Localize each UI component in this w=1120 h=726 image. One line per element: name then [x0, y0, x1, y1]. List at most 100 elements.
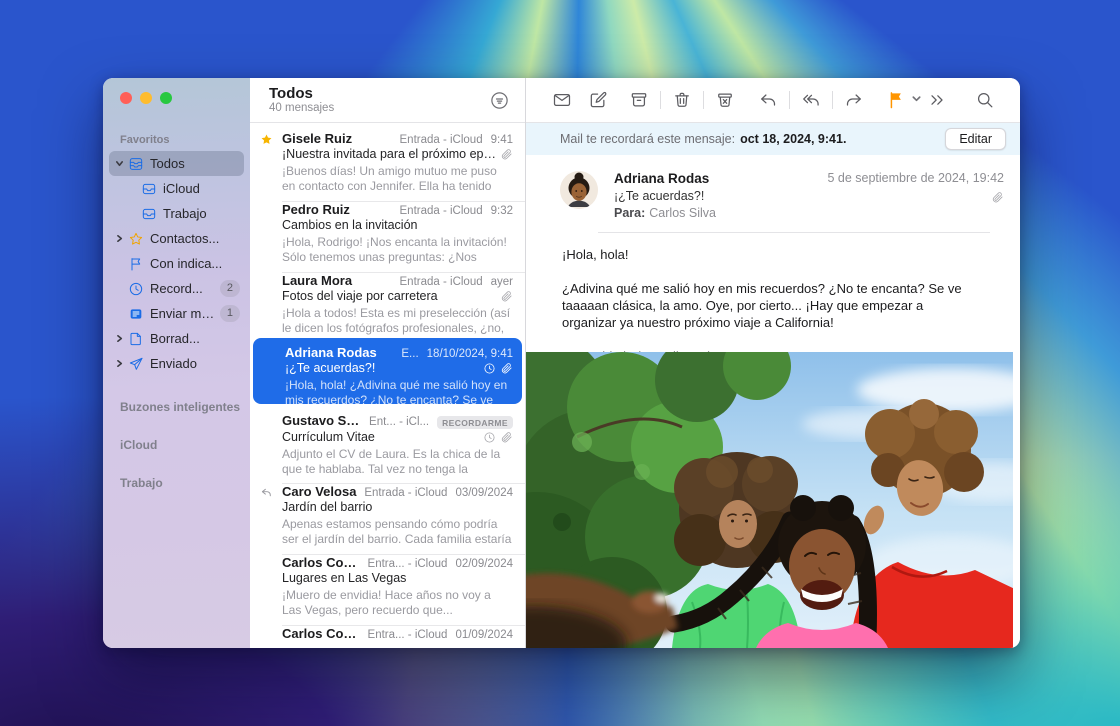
- paperclip-icon: [500, 290, 513, 303]
- send-later-icon: [126, 306, 145, 322]
- flag-button[interactable]: [881, 86, 922, 114]
- flag-icon: [126, 256, 145, 272]
- reminder-text: Mail te recordará este mensaje:: [560, 132, 735, 146]
- body-paragraph: ¿Adivina qué me salió hoy en mis recuerd…: [562, 280, 980, 331]
- search-icon: [975, 90, 995, 110]
- mailbox-label: E...: [401, 348, 418, 360]
- attachment-photo[interactable]: [526, 352, 1013, 648]
- list-item[interactable]: Caro VelosaEntrada - iCloud03/09/2024 Ja…: [250, 476, 525, 547]
- sidebar-item-recordatorios[interactable]: Record... 2: [109, 276, 244, 301]
- reminder-clock-icon: [483, 362, 496, 375]
- paperplane-icon: [126, 356, 145, 372]
- preview: ¡Hola, Rodrigo! ¡Nos encanta la invitaci…: [282, 235, 513, 265]
- sidebar-item-todos[interactable]: Todos: [109, 151, 244, 176]
- close-window-button[interactable]: [120, 92, 132, 104]
- sender: Gustavo Santana: [282, 413, 363, 428]
- junk-icon: [715, 90, 735, 110]
- mailbox-label: Entra... - iCloud: [368, 629, 448, 641]
- mailbox-label: Ent... - iCl...: [369, 416, 429, 429]
- sidebar-item-label: Enviado: [150, 356, 197, 371]
- sender: Pedro Ruiz: [282, 202, 394, 217]
- minimize-window-button[interactable]: [140, 92, 152, 104]
- junk-button[interactable]: [710, 86, 740, 114]
- body-paragraph: ¡Hola, hola!: [562, 246, 980, 263]
- edit-reminder-button[interactable]: Editar: [945, 128, 1006, 150]
- flag-menu-chevron-icon[interactable]: [911, 91, 922, 109]
- remind-me-badge: RECORDARME: [437, 416, 513, 429]
- list-item[interactable]: Laura MoraEntrada - iCloudayer Fotos del…: [250, 265, 525, 336]
- date: 03/09/2024: [455, 487, 513, 499]
- chevron-down-icon[interactable]: [113, 159, 126, 168]
- sidebar-item-trabajo-inbox[interactable]: Trabajo: [109, 201, 244, 226]
- archive-icon: [629, 90, 649, 110]
- sidebar-section-smart-mailboxes[interactable]: Buzones inteligentes: [120, 400, 250, 414]
- sender: Laura Mora: [282, 273, 394, 288]
- reply-actions-group: [753, 86, 869, 114]
- list-item[interactable]: Gustavo Santana Ent... - iCl... RECORDARME…: [250, 405, 525, 476]
- chevron-right-icon[interactable]: [113, 234, 126, 243]
- star-icon: [250, 131, 282, 194]
- forward-button[interactable]: [839, 86, 869, 114]
- clock-icon: [126, 281, 145, 297]
- star-icon: [126, 231, 145, 247]
- sidebar-item-enviar-mas-tarde[interactable]: Enviar más... 1: [109, 301, 244, 326]
- compose-icon: [588, 90, 608, 110]
- avatar[interactable]: [560, 171, 598, 209]
- reply-button[interactable]: [753, 86, 783, 114]
- sidebar-item-enviado[interactable]: Enviado: [109, 351, 244, 376]
- get-mail-button[interactable]: [552, 86, 573, 114]
- preview: Apenas estamos pensando cómo podría ser …: [282, 517, 513, 547]
- list-item[interactable]: Pedro RuizEntrada - iCloud9:32 Cambios e…: [250, 194, 525, 265]
- preview: ¡Hola, hola! ¿Adivina qué me salió hoy e…: [285, 378, 513, 408]
- compose-button[interactable]: [588, 86, 609, 114]
- draft-document-icon: [126, 331, 145, 347]
- to-value[interactable]: Carlos Silva: [649, 206, 716, 220]
- sidebar-item-label: Contactos...: [150, 231, 219, 246]
- message-sender: Adriana Rodas: [614, 170, 804, 188]
- to-label: Para:: [614, 206, 645, 220]
- preview: ¡Hola a todos! Esta es mi preselección (…: [282, 306, 513, 336]
- message-recipients: Para: Carlos Silva: [614, 205, 804, 222]
- reply-all-button[interactable]: [796, 86, 826, 114]
- delete-button[interactable]: [667, 86, 697, 114]
- message-list-header: Todos 40 mensajes: [250, 78, 525, 123]
- window-controls: [103, 78, 250, 118]
- paperclip-icon: [991, 191, 1004, 204]
- sidebar-item-icloud-inbox[interactable]: iCloud: [109, 176, 244, 201]
- more-toolbar-items-button[interactable]: [922, 86, 952, 114]
- sidebar-item-borradores[interactable]: Borrad...: [109, 326, 244, 351]
- chevron-right-icon[interactable]: [113, 334, 126, 343]
- chevron-right-icon[interactable]: [113, 359, 126, 368]
- subject: Currículum Vitae: [282, 429, 479, 446]
- list-item[interactable]: Gisele RuizEntrada - iCloud9:41 ¡Nuestra…: [250, 123, 525, 194]
- reply-icon: [758, 90, 778, 110]
- sidebar-item-con-indicador[interactable]: Con indica...: [109, 251, 244, 276]
- preview: Adjunto el CV de Laura. Es la chica de l…: [282, 447, 513, 477]
- archive-button[interactable]: [624, 86, 654, 114]
- message-body: ¡Hola, hola! ¿Adivina qué me salió hoy e…: [526, 233, 1020, 352]
- preview: ¡Buenos días! Un amigo mutuo me puso en …: [282, 164, 513, 194]
- header-divider: [598, 232, 990, 233]
- list-item[interactable]: Carlos CostaEntra... - iCloud01/09/2024: [250, 618, 525, 646]
- sidebar-section-icloud[interactable]: iCloud: [120, 438, 250, 452]
- sidebar: Favoritos Todos iCloud Trabajo Contactos…: [103, 78, 250, 648]
- paperclip-icon: [500, 431, 513, 444]
- sidebar-item-label: Borrad...: [150, 331, 200, 346]
- filter-button[interactable]: [487, 88, 511, 112]
- message-list-pane: Todos 40 mensajes Gisele RuizEntrada - i…: [250, 78, 526, 648]
- date: 9:32: [491, 205, 513, 217]
- list-item[interactable]: Carlos CostaEntra... - iCloud02/09/2024 …: [250, 547, 525, 618]
- unread-count-badge: 2: [220, 280, 240, 297]
- date: ayer: [491, 276, 513, 288]
- sidebar-section-trabajo[interactable]: Trabajo: [120, 476, 250, 490]
- mailbox-label: Entrada - iCloud: [364, 487, 447, 499]
- attachment-indicator[interactable]: [827, 191, 1004, 204]
- sidebar-item-contactos[interactable]: Contactos...: [109, 226, 244, 251]
- reading-pane: Mail te recordará este mensaje: oct 18, …: [526, 78, 1020, 648]
- search-button[interactable]: [970, 86, 1000, 114]
- zoom-window-button[interactable]: [160, 92, 172, 104]
- date: 01/09/2024: [455, 629, 513, 641]
- list-item-selected[interactable]: Adriana RodasE...18/10/2024, 9:41 ¡¿Te a…: [253, 338, 522, 404]
- message-rows: Gisele RuizEntrada - iCloud9:41 ¡Nuestra…: [250, 123, 525, 648]
- date: 18/10/2024, 9:41: [427, 348, 513, 360]
